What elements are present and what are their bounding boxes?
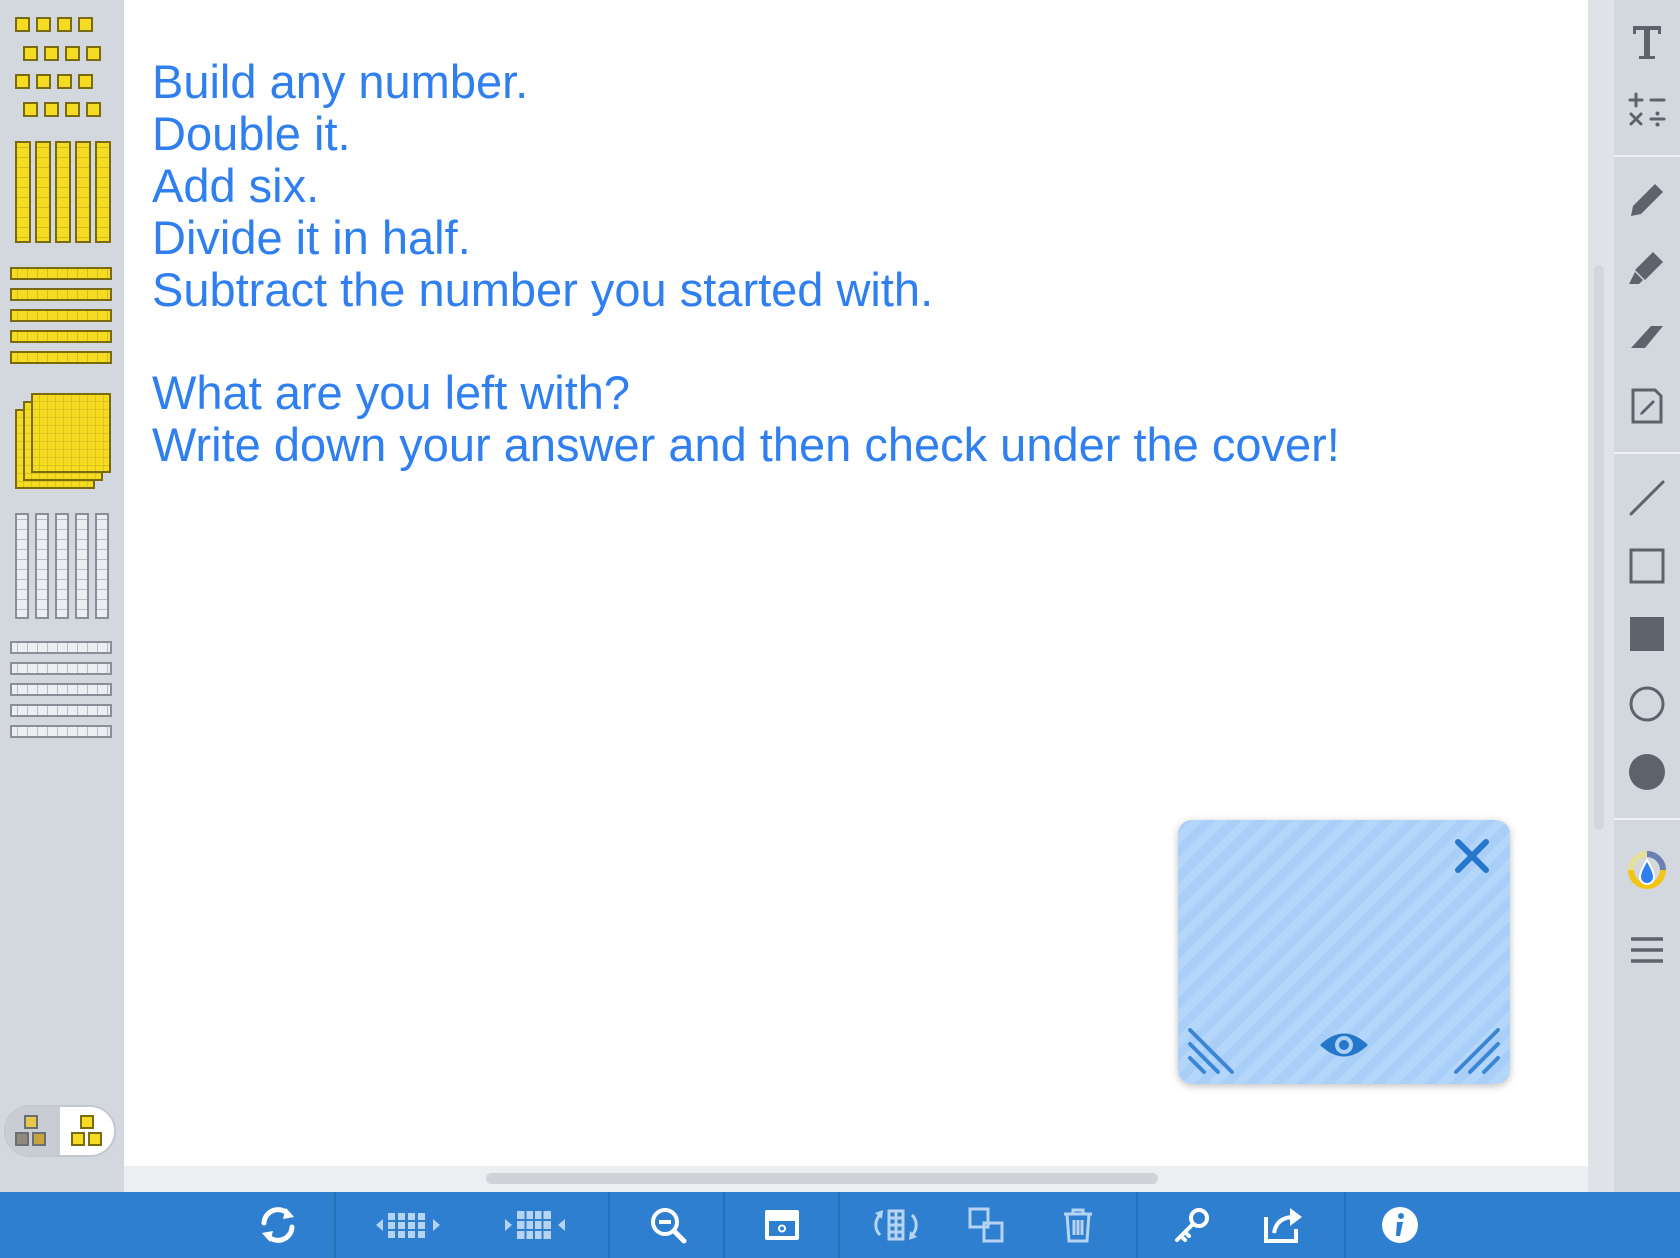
eraser-tool-button[interactable] — [1614, 310, 1680, 366]
cover-resize-handle-left[interactable] — [1188, 1020, 1244, 1076]
bottom-toolbar — [0, 1192, 1680, 1258]
menu-button[interactable] — [1614, 922, 1680, 978]
drawing-toolbar — [1614, 0, 1680, 1192]
toggle-yellow-blocks[interactable] — [60, 1107, 114, 1155]
instruction-line: Subtract the number you started with. — [152, 263, 934, 316]
pencil-icon — [1631, 184, 1663, 216]
resize-handle-icon — [1454, 1028, 1500, 1074]
question-line: Write down your answer and then check un… — [152, 418, 1340, 471]
toolbar-divider — [838, 1192, 840, 1258]
reset-button[interactable] — [246, 1192, 310, 1258]
toggle-grey-blocks[interactable] — [6, 1107, 60, 1155]
note-icon — [1631, 388, 1663, 424]
circle-filled-icon — [1629, 754, 1665, 790]
key-icon — [1175, 1208, 1209, 1242]
duplicate-icon — [968, 1207, 1004, 1243]
toolbar-divider — [1614, 818, 1680, 820]
shrink-grid-button[interactable] — [372, 1192, 444, 1258]
circle-outline-icon — [1629, 686, 1665, 722]
question-line: What are you left with? — [152, 366, 631, 419]
question-text[interactable]: What are you left with? Write down your … — [152, 367, 1340, 471]
app-window: Build any number. Double it. Add six. Di… — [0, 0, 1680, 1258]
expand-grid-icon — [505, 1211, 565, 1239]
palette-unit-cubes[interactable] — [8, 12, 116, 120]
rectangle-filled-icon — [1630, 617, 1664, 651]
text-icon — [1633, 26, 1661, 59]
share-icon — [1264, 1208, 1302, 1243]
toolbar-divider — [1136, 1192, 1138, 1258]
lock-key-button[interactable] — [1168, 1192, 1216, 1258]
resize-handle-icon — [1188, 1028, 1234, 1074]
highlighter-icon — [1629, 252, 1663, 284]
ten-rods-horizontal-outline-icon — [10, 641, 112, 738]
text-tool-button[interactable] — [1614, 14, 1680, 70]
peek-cover-button[interactable] — [1318, 1030, 1370, 1060]
shrink-grid-icon — [376, 1213, 440, 1238]
cover-icon — [765, 1210, 799, 1240]
palette-ten-rods-horizontal[interactable] — [8, 262, 116, 370]
pencil-tool-button[interactable] — [1614, 172, 1680, 228]
instruction-line: Double it. — [152, 107, 351, 160]
toolbar-divider — [1614, 155, 1680, 157]
menu-icon — [1631, 937, 1663, 963]
trash-icon — [1064, 1208, 1092, 1243]
answer-cover[interactable] — [1178, 820, 1510, 1084]
palette-ten-rods-horizontal-outline[interactable] — [8, 636, 116, 744]
math-tool-button[interactable] — [1614, 82, 1680, 138]
reset-icon — [261, 1207, 295, 1243]
instruction-line: Build any number. — [152, 55, 529, 108]
circle-filled-tool-button[interactable] — [1614, 744, 1680, 800]
color-picker-button[interactable] — [1614, 842, 1680, 898]
regroup-icon — [874, 1209, 918, 1241]
vertical-scrollbar[interactable] — [1594, 265, 1604, 830]
instruction-line: Divide it in half. — [152, 211, 471, 264]
color-picker-icon — [1628, 851, 1666, 889]
rectangle-outline-tool-button[interactable] — [1614, 538, 1680, 594]
highlighter-tool-button[interactable] — [1614, 240, 1680, 296]
toolbar-divider — [608, 1192, 610, 1258]
circle-outline-tool-button[interactable] — [1614, 676, 1680, 732]
expand-grid-button[interactable] — [500, 1192, 570, 1258]
hundred-flats-yellow-icon — [15, 393, 111, 489]
palette-hundred-flats[interactable] — [8, 386, 116, 494]
info-icon — [1382, 1207, 1418, 1243]
palette-ten-rods-vertical-outline[interactable] — [8, 510, 116, 622]
block-color-toggle[interactable] — [4, 1105, 116, 1157]
unit-cubes-yellow-icon — [15, 17, 101, 117]
cover-resize-handle-right[interactable] — [1444, 1020, 1500, 1076]
close-cover-button[interactable] — [1450, 834, 1494, 878]
eye-icon — [1320, 1033, 1368, 1057]
toolbar-divider — [334, 1192, 336, 1258]
rectangle-outline-icon — [1629, 548, 1665, 584]
block-palette — [0, 0, 124, 1192]
info-button[interactable] — [1376, 1192, 1424, 1258]
instruction-line: Add six. — [152, 159, 320, 212]
toolbar-divider — [1614, 452, 1680, 454]
ten-rods-vertical-yellow-icon — [15, 141, 111, 243]
close-icon — [1455, 839, 1489, 873]
horizontal-scrollbar[interactable] — [486, 1173, 1158, 1184]
note-tool-button[interactable] — [1614, 378, 1680, 434]
instructions-text[interactable]: Build any number. Double it. Add six. Di… — [152, 56, 933, 316]
line-icon — [1629, 480, 1665, 516]
delete-button[interactable] — [1054, 1192, 1102, 1258]
zoom-out-button[interactable] — [644, 1192, 692, 1258]
ten-rods-horizontal-yellow-icon — [10, 267, 112, 364]
ten-rods-vertical-outline-icon — [15, 513, 109, 619]
share-button[interactable] — [1258, 1192, 1310, 1258]
blocks-yellow-icon — [71, 1115, 102, 1146]
math-symbols-icon — [1628, 92, 1666, 127]
duplicate-button[interactable] — [962, 1192, 1010, 1258]
rectangle-filled-tool-button[interactable] — [1614, 606, 1680, 662]
regroup-button[interactable] — [870, 1192, 922, 1258]
line-tool-button[interactable] — [1614, 470, 1680, 526]
toolbar-divider — [1344, 1192, 1346, 1258]
zoom-out-icon — [651, 1208, 687, 1244]
eraser-icon — [1631, 326, 1663, 348]
cover-button[interactable] — [758, 1192, 806, 1258]
palette-ten-rods-vertical[interactable] — [8, 138, 116, 246]
toolbar-divider — [723, 1192, 725, 1258]
blocks-grey-icon — [15, 1115, 46, 1146]
